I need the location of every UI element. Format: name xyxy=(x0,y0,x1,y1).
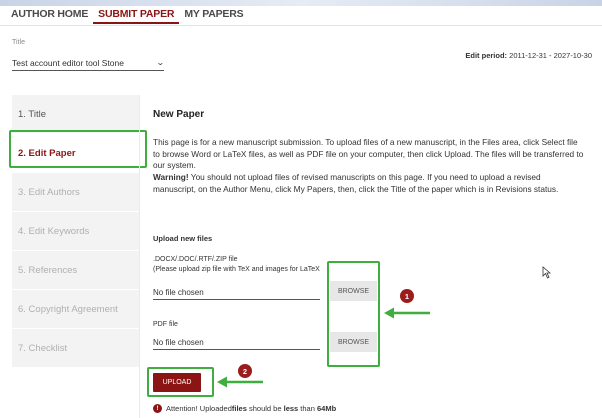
attention-note: ! Attention! Uploaded files should be le… xyxy=(153,404,336,413)
attention-size: 64Mb xyxy=(316,404,337,413)
sidebar-item-label: 3. Edit Authors xyxy=(18,186,80,198)
pdf-file-input[interactable]: No file chosen xyxy=(153,338,320,350)
warning-text: Warning! You should not upload files of … xyxy=(153,172,585,195)
nav-author-home[interactable]: AUTHOR HOME xyxy=(0,6,93,24)
attention-than: than xyxy=(298,404,317,413)
edit-period-label: Edit period: xyxy=(465,51,508,60)
sidebar-item-copyright-agreement: 6. Copyright Agreement xyxy=(12,290,139,329)
word-file-hint: (Please upload zip file with TeX and ima… xyxy=(153,265,320,273)
sidebar-item-checklist: 7. Checklist xyxy=(12,329,139,368)
highlight-browse-buttons xyxy=(327,261,380,367)
nav-submit-paper[interactable]: SUBMIT PAPER xyxy=(93,6,180,24)
sidebar-item-references: 5. References xyxy=(12,251,139,290)
sidebar-item-label: 7. Checklist xyxy=(18,342,68,354)
word-file-input[interactable]: No file chosen xyxy=(153,288,320,300)
sidebar-item-label: 4. Edit Keywords xyxy=(18,225,90,237)
nav-divider xyxy=(0,25,602,26)
sidebar-item-edit-keywords: 4. Edit Keywords xyxy=(12,212,139,251)
attention-middle: should be xyxy=(246,404,284,413)
edit-period-value: 2011-12-31 - 2027-10-30 xyxy=(509,51,592,60)
chevron-down-icon: ⌄ xyxy=(156,58,166,67)
attention-files: files xyxy=(231,404,247,413)
attention-prefix: Attention! Uploaded xyxy=(166,404,232,413)
annotation-arrow-2 xyxy=(217,376,263,388)
title-select-value: Test account editor tool Stone xyxy=(12,57,124,68)
info-icon: ! xyxy=(153,404,162,413)
word-file-type: .DOCX/.DOC/.RTF/.ZIP file xyxy=(153,256,238,263)
word-file-label: .DOCX/.DOC/.RTF/.ZIP file (Please upload… xyxy=(153,255,320,274)
annotation-badge-1: 1 xyxy=(400,289,414,303)
warning-body: You should not upload files of revised m… xyxy=(153,172,559,194)
warning-label: Warning! xyxy=(153,172,189,182)
sidebar-item-title[interactable]: 1. Title xyxy=(12,95,139,134)
sidebar-item-label: 6. Copyright Agreement xyxy=(18,303,118,315)
highlight-upload-button xyxy=(147,367,214,397)
sidebar-item-label: 1. Title xyxy=(18,108,46,120)
upload-heading: Upload new files xyxy=(153,234,213,243)
attention-less: less xyxy=(283,404,299,413)
page-title: New Paper xyxy=(153,109,205,120)
pdf-file-label: PDF file xyxy=(153,321,178,328)
title-select[interactable]: Test account editor tool Stone ⌄ xyxy=(12,55,166,71)
annotation-arrow-1 xyxy=(384,307,430,319)
edit-period: Edit period: 2011-12-31 - 2027-10-30 xyxy=(465,51,592,60)
top-nav: AUTHOR HOME SUBMIT PAPER MY PAPERS xyxy=(0,6,602,26)
nav-my-papers[interactable]: MY PAPERS xyxy=(179,6,248,24)
highlight-edit-paper xyxy=(9,130,147,168)
mouse-cursor-icon xyxy=(542,266,551,279)
intro-text: This page is for a new manuscript submis… xyxy=(153,137,584,171)
sidebar-item-label: 5. References xyxy=(18,264,78,276)
title-field-label: Title xyxy=(12,39,25,46)
sidebar-item-edit-authors: 3. Edit Authors xyxy=(12,173,139,212)
